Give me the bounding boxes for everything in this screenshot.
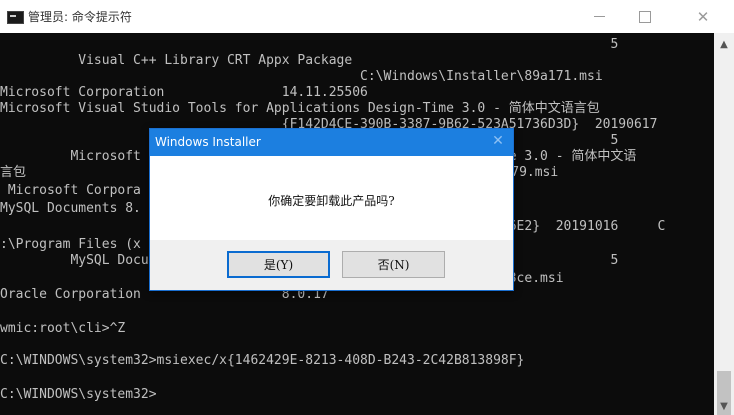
minimize-icon (593, 16, 605, 17)
window-titlebar: 管理员: 命令提示符 ✕ (0, 0, 734, 34)
console-line: C:\Windows\Installer\89a171.msi (0, 69, 603, 84)
yes-button[interactable]: 是(Y) (227, 251, 330, 278)
dialog-titlebar: Windows Installer ✕ (150, 129, 513, 156)
dialog-title: Windows Installer (155, 135, 261, 149)
console-line: C:\WINDOWS\system32> (0, 387, 157, 402)
no-button[interactable]: 否(N) (342, 251, 445, 278)
console-line: Microsoft Corporation 14.11.25506 (0, 85, 368, 100)
console-app-icon (7, 11, 24, 24)
scroll-up-arrow-icon[interactable]: ▲ (714, 35, 734, 53)
dialog-body: 你确定要卸载此产品吗? (150, 156, 513, 240)
windows-installer-dialog: Windows Installer ✕ 你确定要卸载此产品吗? 是(Y) 否(N… (149, 128, 514, 291)
console-line: Microsoft Visual Studio Tools for Applic… (0, 101, 600, 116)
dialog-message: 你确定要卸载此产品吗? (268, 194, 395, 208)
scroll-down-arrow-icon[interactable]: ▼ (714, 397, 734, 415)
console-line: :\Program Files (x (0, 237, 141, 252)
close-button[interactable]: ✕ (680, 0, 726, 33)
console-line: Visual C++ Library CRT Appx Package (0, 53, 353, 68)
vertical-scrollbar[interactable]: ▲ ▼ (714, 33, 734, 415)
maximize-icon (639, 10, 651, 23)
console-line: wmic:root\cli>^Z (0, 321, 126, 336)
console-line: C:\WINDOWS\system32>msiexec/x{1462429E-8… (0, 353, 525, 368)
console-line: MySQL Documents 8. (0, 201, 141, 216)
console-line: 5 (0, 37, 619, 52)
window-title: 管理员: 命令提示符 (28, 10, 132, 24)
console-line: Microsoft Corpora (0, 183, 141, 198)
minimize-button[interactable] (576, 0, 622, 33)
dialog-close-icon[interactable]: ✕ (488, 133, 508, 151)
close-icon: ✕ (696, 7, 710, 26)
maximize-button[interactable] (622, 0, 668, 33)
